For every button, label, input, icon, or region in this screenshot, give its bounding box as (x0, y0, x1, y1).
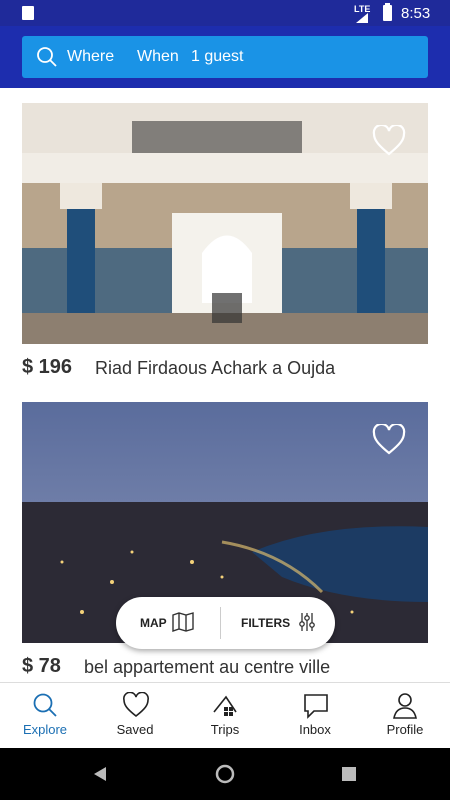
heart-icon (123, 692, 149, 718)
save-heart-icon[interactable] (372, 125, 406, 157)
map-button[interactable]: MAP (116, 597, 220, 649)
nav-profile[interactable]: Profile (360, 683, 450, 749)
system-navigation-bar (0, 748, 450, 800)
home-icon[interactable] (215, 764, 235, 784)
listing-info[interactable]: $ 78 bel appartement au centre ville (22, 653, 428, 683)
listing-price: $ 78 (22, 655, 61, 677)
where-field[interactable]: Where (67, 48, 114, 66)
nav-trips-label: Trips (210, 722, 240, 737)
nav-saved[interactable]: Saved (90, 683, 180, 749)
map-icon (172, 612, 194, 632)
nav-trips[interactable]: Trips (180, 683, 270, 749)
recents-icon[interactable] (342, 767, 356, 781)
listing-title: Riad Firdaous Achark a Oujda (95, 358, 336, 378)
status-bar: LTE 8:53 (0, 0, 450, 26)
signal-icon (356, 13, 368, 23)
sd-card-icon (22, 6, 34, 20)
filters-icon (299, 613, 315, 631)
riad-courtyard-photo (22, 103, 428, 344)
clock: 8:53 (401, 5, 431, 22)
app-header: Where When 1 guest (0, 26, 450, 88)
search-icon (37, 47, 57, 67)
nav-profile-label: Profile (386, 722, 424, 737)
when-field[interactable]: When (137, 48, 179, 66)
person-icon (393, 693, 417, 719)
nav-inbox-label: Inbox (299, 722, 331, 737)
guests-field[interactable]: 1 guest (191, 48, 243, 66)
nav-inbox[interactable]: Inbox (270, 683, 360, 749)
save-heart-icon[interactable] (372, 424, 406, 456)
nav-explore-label: Explore (22, 722, 68, 737)
listing-info[interactable]: $ 196 Riad Firdaous Achark a Oujda (22, 354, 428, 384)
filters-button[interactable]: FILTERS (221, 597, 335, 649)
nav-saved-label: Saved (116, 722, 154, 737)
listing-title: bel appartement au centre ville (84, 657, 331, 677)
search-bar[interactable]: Where When 1 guest (22, 36, 428, 78)
search-icon (33, 693, 57, 717)
bottom-navigation: Explore Saved Trips Inbox Profile (0, 682, 450, 749)
back-icon[interactable] (93, 766, 107, 782)
map-label: MAP (140, 616, 167, 630)
trips-icon (213, 695, 237, 716)
filters-label: FILTERS (241, 616, 291, 630)
message-icon (304, 694, 328, 719)
listing-photo[interactable] (22, 103, 428, 344)
battery-icon (383, 3, 392, 21)
nav-explore[interactable]: Explore (0, 683, 90, 749)
listing-price: $ 196 (22, 356, 73, 378)
map-filters-pill: MAP FILTERS (116, 597, 335, 649)
